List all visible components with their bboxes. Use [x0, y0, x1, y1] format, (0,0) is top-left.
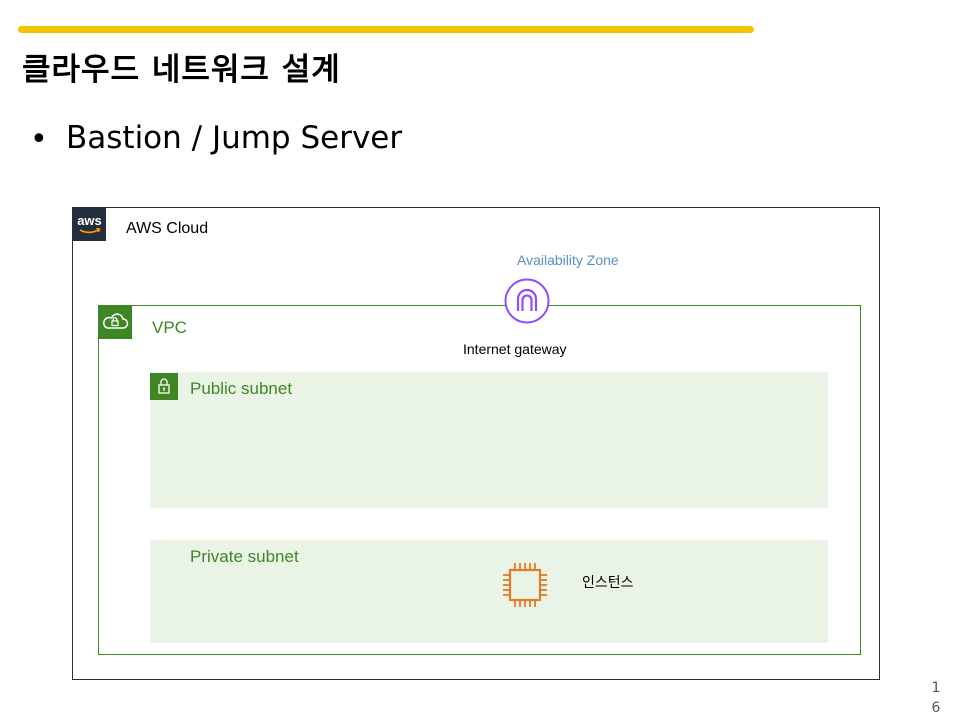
- vpc-cloud-lock-icon: [98, 306, 132, 339]
- public-subnet-label: Public subnet: [190, 379, 293, 398]
- title-accent-bar: [18, 26, 754, 33]
- bullet-marker: •: [30, 122, 48, 157]
- aws-logo-text: aws: [77, 213, 102, 228]
- private-subnet-label: Private subnet: [190, 547, 299, 566]
- ec2-instance-icon: [501, 561, 549, 609]
- page-number: 1 6: [931, 680, 941, 716]
- lock-icon: [150, 373, 178, 400]
- vpc-label: VPC: [152, 318, 187, 337]
- bullet-text: Bastion / Jump Server: [66, 120, 403, 156]
- aws-cloud-label: AWS Cloud: [126, 220, 209, 237]
- internet-gateway-label: Internet gateway: [463, 341, 567, 357]
- aws-logo-icon: aws: [73, 208, 106, 241]
- internet-gateway-icon: [504, 278, 550, 324]
- availability-zone-label: Availability Zone: [517, 252, 619, 268]
- page-title: 클라우드 네트워크 설계: [22, 52, 341, 88]
- instance-label: 인스턴스: [582, 575, 634, 591]
